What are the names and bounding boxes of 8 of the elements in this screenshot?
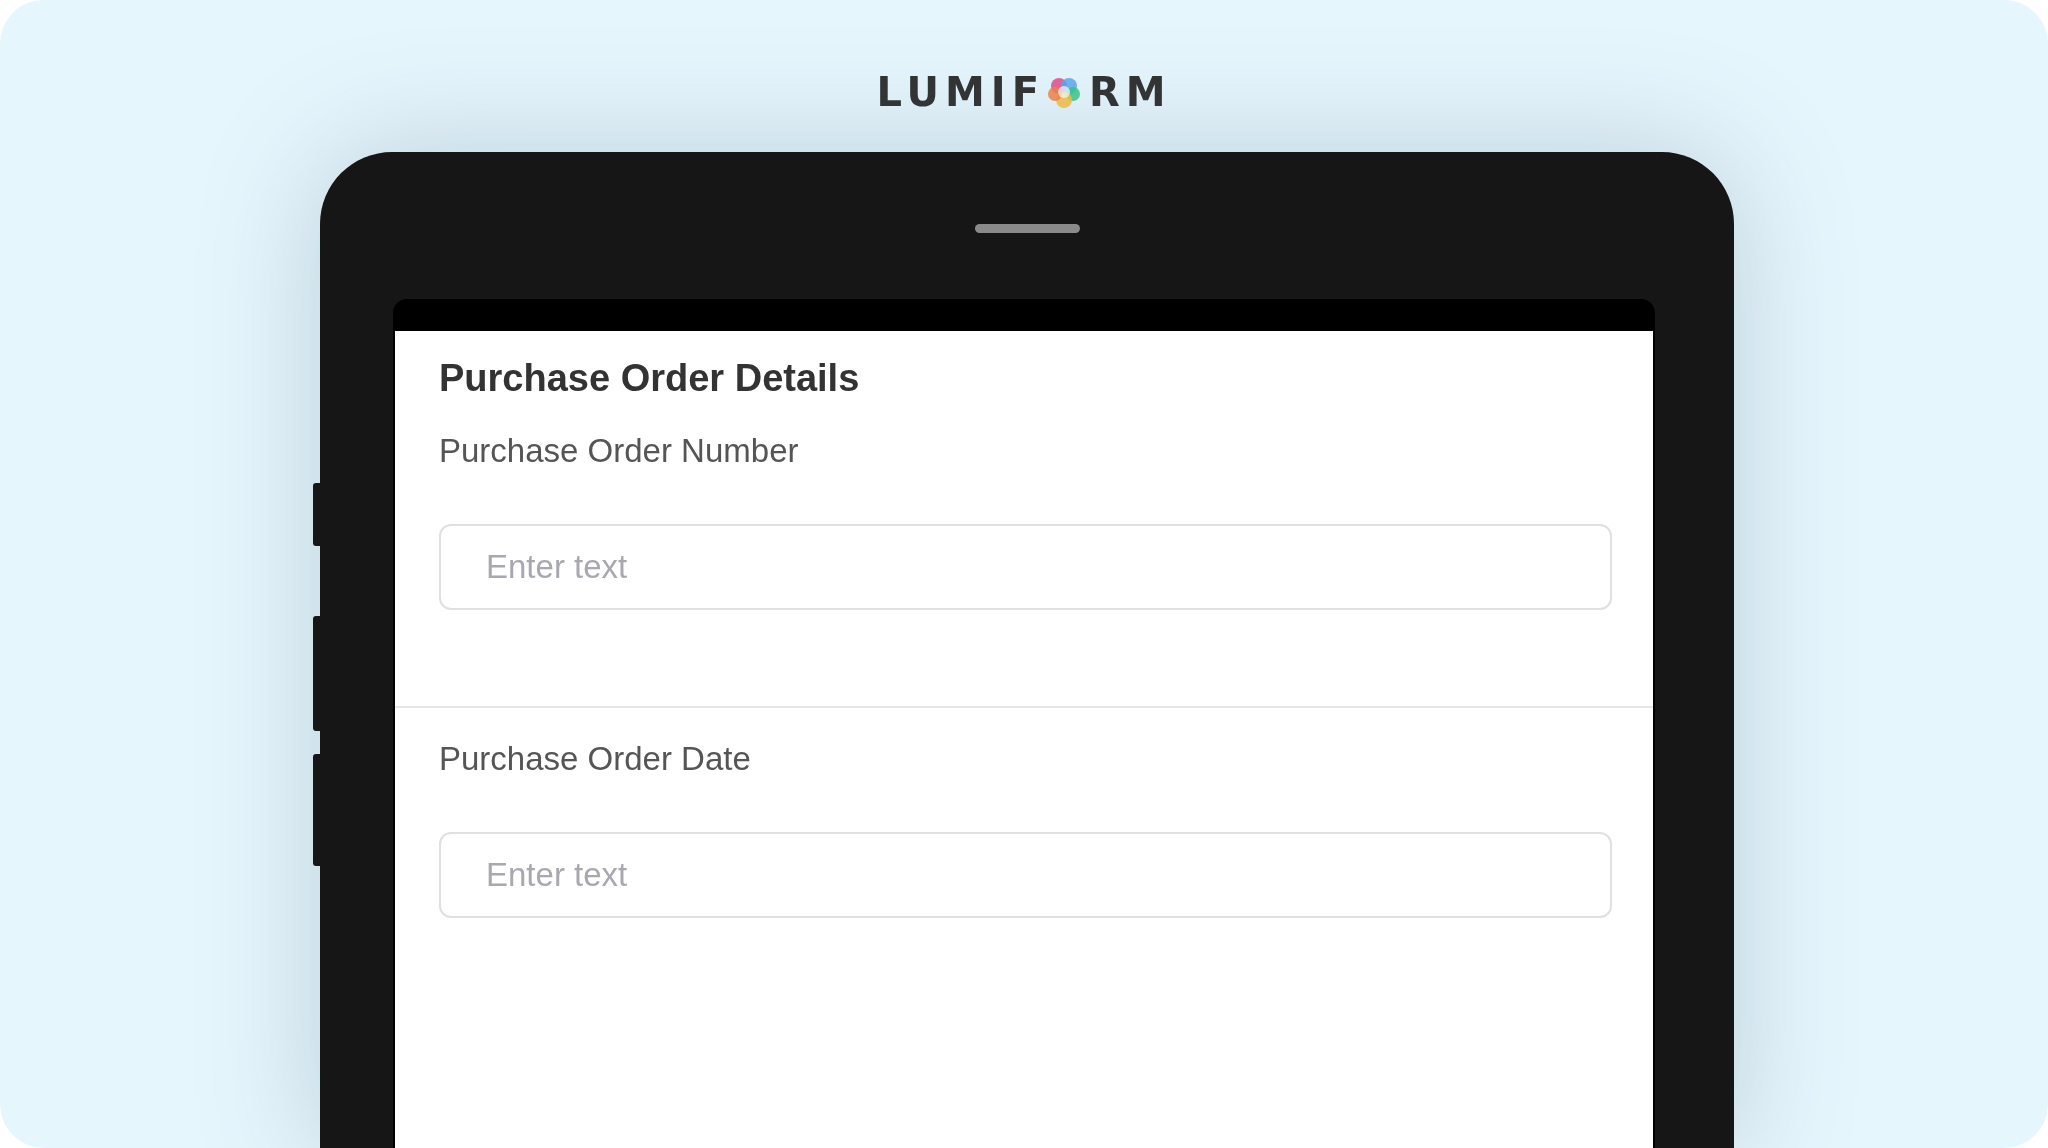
logo-text: LUMIF [876,72,1045,112]
field-label: Purchase Order Number [439,431,800,471]
logo-text: RM [1088,72,1172,112]
field-label: Purchase Order Date [439,739,752,779]
input-field[interactable]: Enter text [439,832,1612,918]
flower-icon [1046,75,1081,109]
form-title: Purchase Order Details [439,357,861,400]
input-field[interactable]: Enter text [439,524,1612,610]
